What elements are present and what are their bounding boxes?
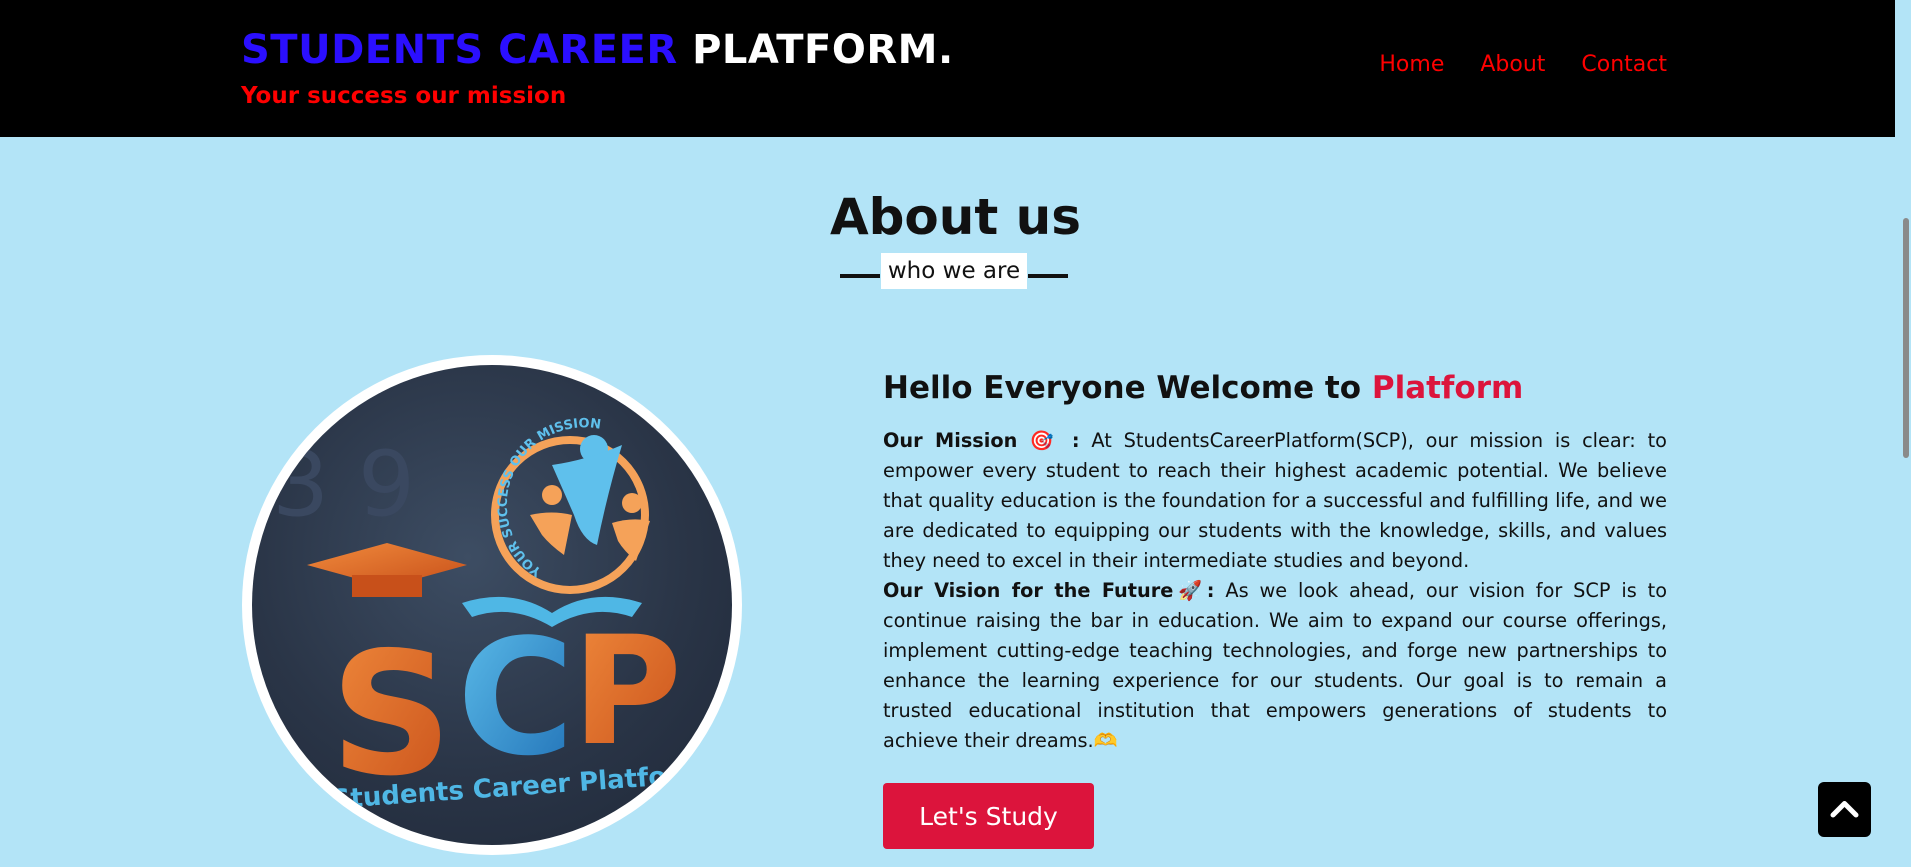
nav-contact-link[interactable]: Contact — [1581, 52, 1667, 77]
figure-head-left — [542, 485, 562, 505]
cap-base — [352, 575, 422, 597]
subtitle-divider-right — [1028, 274, 1068, 278]
scrollbar[interactable] — [1895, 0, 1911, 867]
chevron-up-icon — [1830, 801, 1859, 818]
logo-graphic: 3 9 YOUR SUCCESS OUR MISSION S C P Stude… — [272, 416, 707, 815]
figure-body-left — [530, 512, 572, 555]
welcome-heading-prefix: Hello Everyone Welcome to — [883, 370, 1372, 406]
section-title: About us — [829, 188, 1082, 246]
bg-digits: 3 9 — [272, 432, 415, 537]
section-subtitle: who we are — [840, 253, 1068, 289]
logo-letter-c: C — [457, 604, 574, 791]
welcome-heading-accent: Platform — [1371, 370, 1524, 406]
vision-text: As we look ahead, our vision for SCP is … — [883, 579, 1667, 752]
brand-tagline: Your success our mission — [241, 83, 567, 109]
lets-study-button[interactable]: Let's Study — [883, 783, 1094, 849]
scp-logo: 3 9 YOUR SUCCESS OUR MISSION S C P Stude… — [242, 355, 742, 855]
vision-label: Our Vision for the Future🚀: — [883, 579, 1215, 602]
brand-title-part1: STUDENTS CAREER — [241, 27, 678, 73]
nav-home-link[interactable]: Home — [1379, 52, 1444, 77]
nav-about-link[interactable]: About — [1480, 52, 1545, 77]
brand-title-part2: PLATFORM. — [692, 27, 954, 73]
subtitle-divider-left — [840, 274, 880, 278]
logo-background: 3 9 YOUR SUCCESS OUR MISSION S C P Stude… — [252, 365, 732, 845]
mission-vision-text: Our Mission 🎯 : At StudentsCareerPlatfor… — [883, 426, 1667, 756]
about-content: Hello Everyone Welcome to Platform Our M… — [883, 370, 1667, 756]
scroll-top-button[interactable] — [1818, 782, 1871, 837]
welcome-heading: Hello Everyone Welcome to Platform — [883, 370, 1667, 406]
scrollbar-thumb[interactable] — [1903, 218, 1909, 458]
mission-label: Our Mission 🎯 : — [883, 429, 1080, 452]
site-header: STUDENTS CAREER PLATFORM. Your success o… — [0, 0, 1911, 137]
logo-letter-p: P — [572, 605, 682, 779]
main-nav: Home About Contact — [1379, 52, 1667, 77]
brand-title: STUDENTS CAREER PLATFORM. — [241, 26, 954, 74]
figure-head-right — [622, 493, 642, 513]
brand[interactable]: STUDENTS CAREER PLATFORM. Your success o… — [241, 26, 954, 109]
subtitle-text: who we are — [881, 253, 1027, 289]
